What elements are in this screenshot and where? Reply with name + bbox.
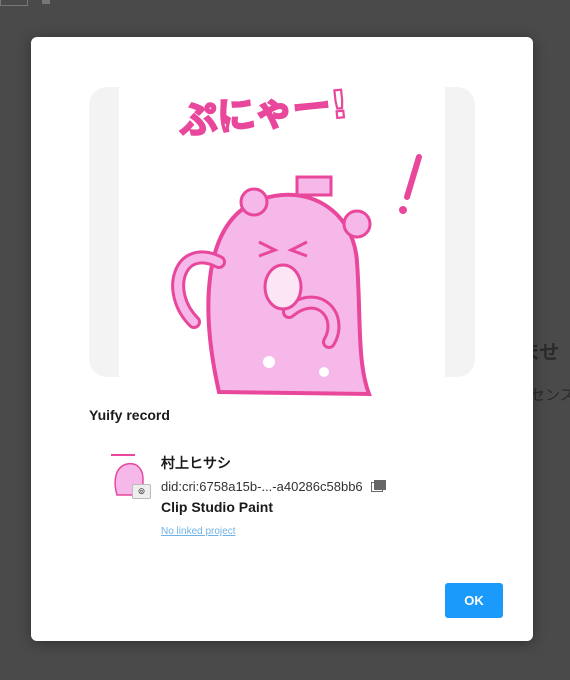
artwork-caption: ぷにゃー! [176,82,350,144]
background-tab [0,0,28,6]
record-did: did:cri:6758a15b-...-a40286c58bb6 [161,479,363,494]
yuify-record-dialog: ぷにゃー! Yuify record ⊚ 村上ヒサシ did:cri:6758a… [31,37,533,641]
app-name: Clip Studio Paint [161,499,273,515]
artwork-illustration: ぷにゃー! [171,81,422,397]
section-title: Yuify record [89,407,170,423]
artwork-preview: ぷにゃー! [119,72,445,402]
copy-icon[interactable] [371,480,386,492]
no-linked-project-link[interactable]: No linked project [161,526,235,537]
eye-icon: ⊚ [132,484,151,499]
background-subtext: センス [530,387,570,404]
author-name: 村上ヒサシ [161,455,231,471]
background-mark [42,0,50,4]
ok-button[interactable]: OK [445,583,503,618]
